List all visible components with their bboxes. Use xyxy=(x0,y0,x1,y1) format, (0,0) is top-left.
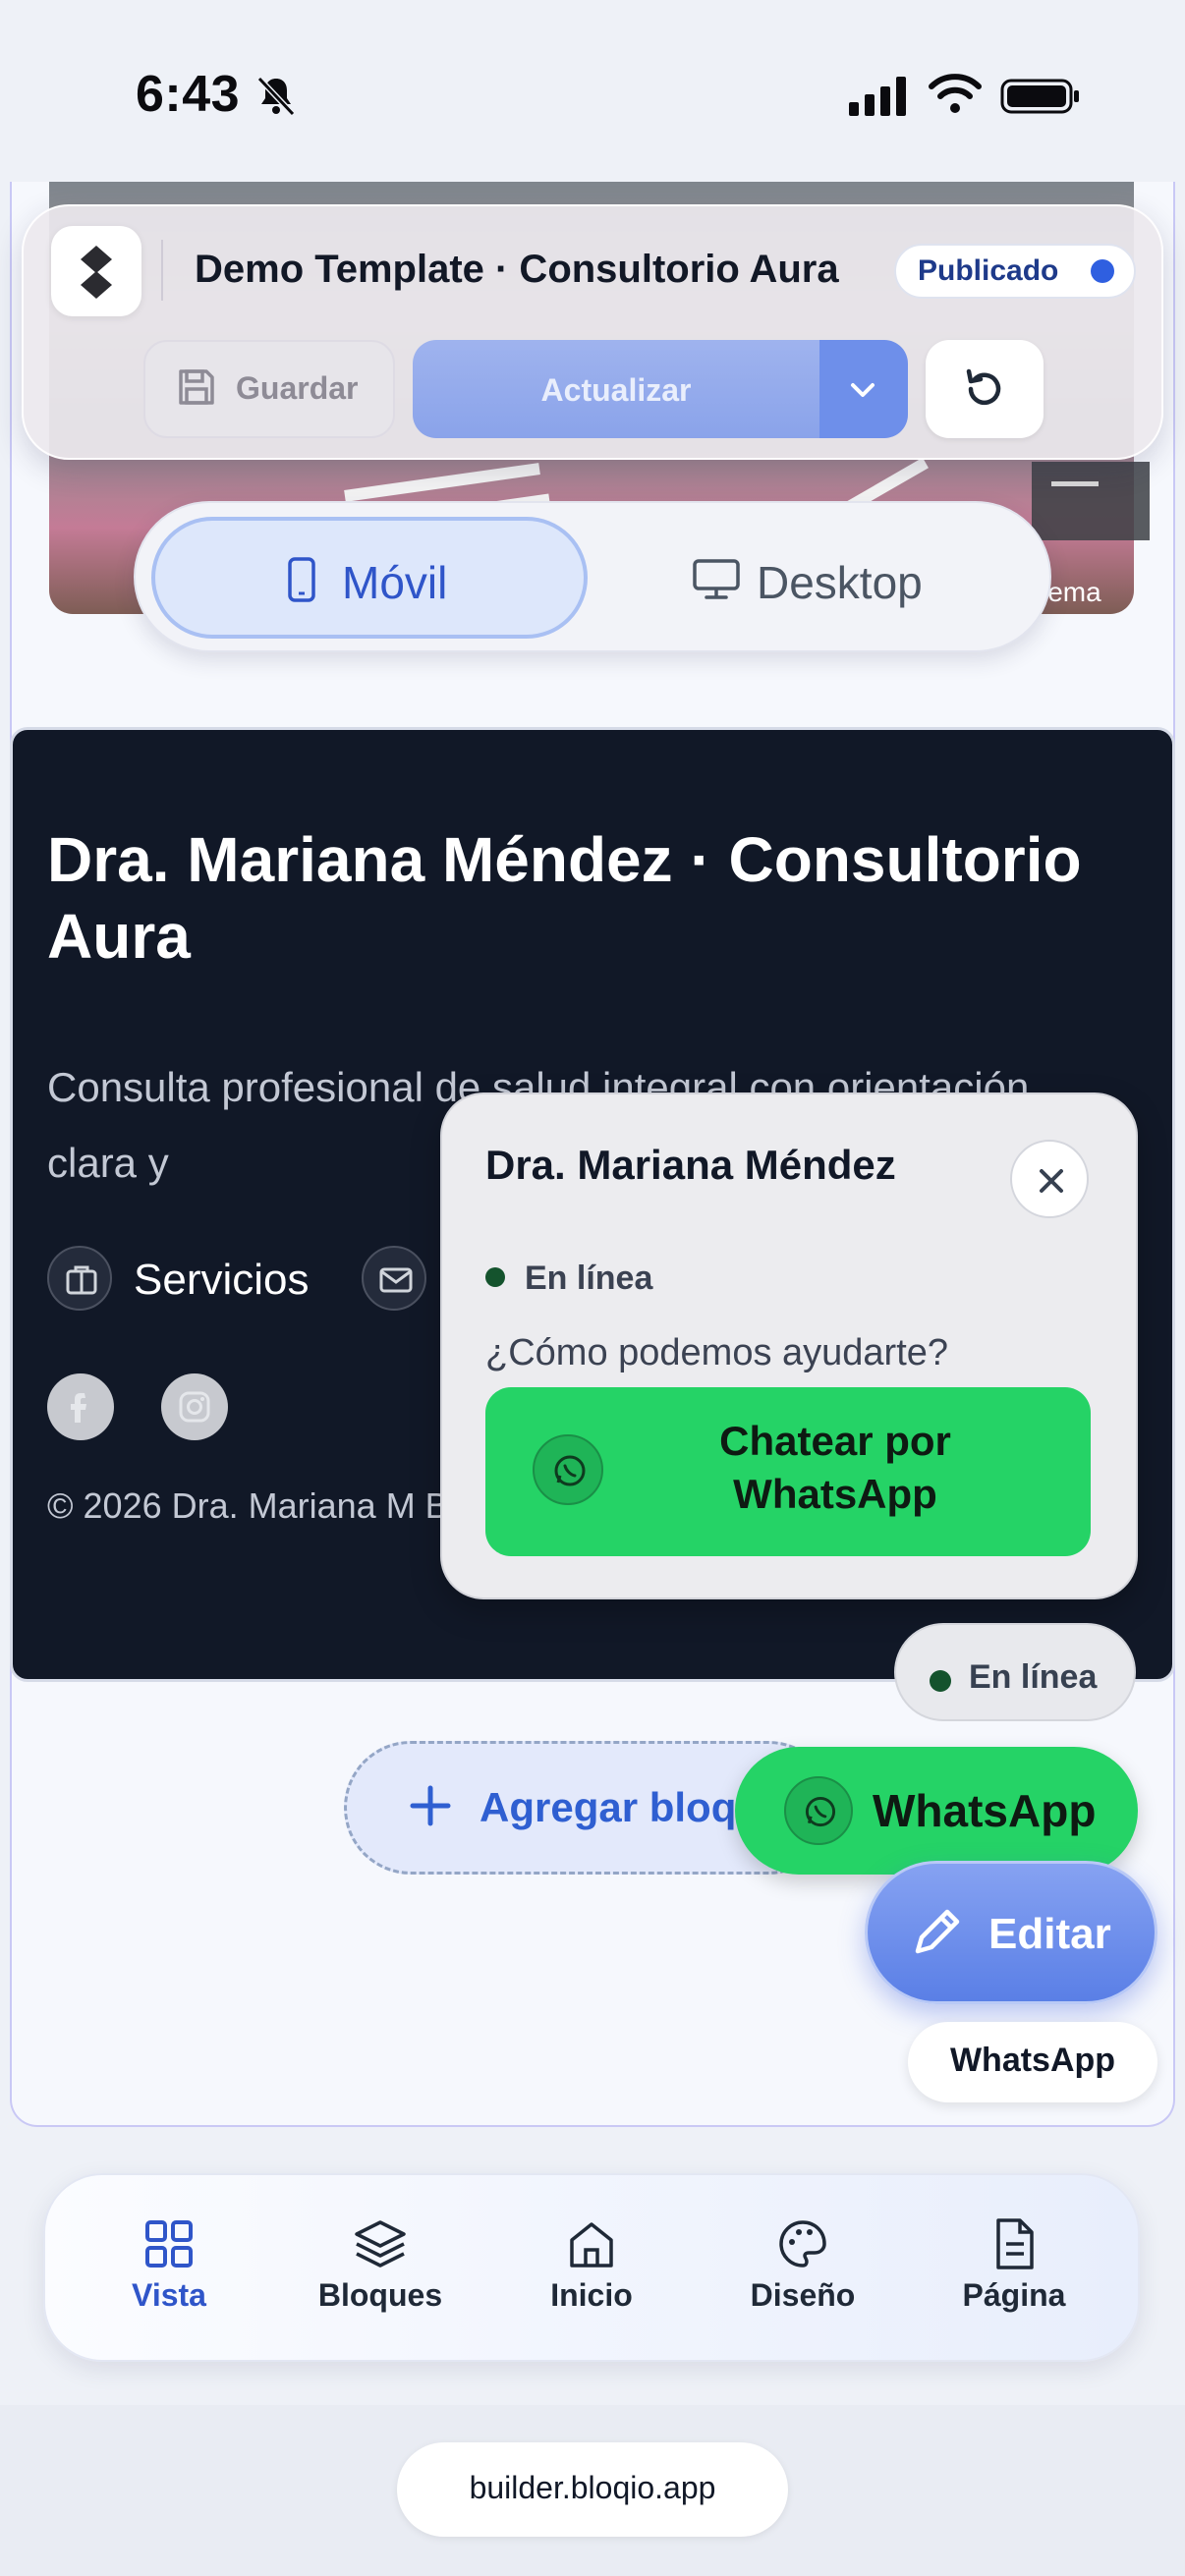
page-title: Demo Template · Consultorio Aura xyxy=(195,248,839,291)
nav-label: Página xyxy=(962,2277,1066,2313)
briefcase-icon xyxy=(47,1246,112,1311)
chat-contact-name: Dra. Mariana Méndez xyxy=(485,1142,896,1188)
close-button[interactable] xyxy=(1010,1140,1089,1218)
nav-item-bloques[interactable]: Bloques xyxy=(292,2216,469,2334)
nav-item-vista[interactable]: Vista xyxy=(81,2216,257,2334)
logo-icon xyxy=(81,246,112,299)
close-icon xyxy=(1040,1169,1063,1193)
nav-item-diseno[interactable]: Diseño xyxy=(714,2216,891,2334)
nav-item-inicio[interactable]: Inicio xyxy=(503,2216,680,2334)
chat-whatsapp-label: Chatear por WhatsApp xyxy=(719,1418,951,1517)
update-button-label: Actualizar xyxy=(540,372,692,408)
map-zoom-control[interactable] xyxy=(1032,462,1150,540)
cellular-signal-icon xyxy=(849,77,906,116)
status-dot xyxy=(1091,259,1114,283)
chevron-down-icon xyxy=(851,383,875,397)
smartphone-icon xyxy=(288,557,315,602)
pencil-icon xyxy=(915,1909,960,1954)
home-icon xyxy=(570,2222,613,2268)
nav-label: Bloques xyxy=(317,2277,443,2313)
url-text: builder.bloqio.app xyxy=(469,2470,716,2505)
status-time: 6:43 xyxy=(136,66,241,123)
page-icon xyxy=(996,2218,1034,2269)
services-link[interactable]: Servicios xyxy=(134,1256,310,1305)
viewport-desktop-button[interactable]: Desktop xyxy=(757,556,923,609)
online-status-label: En línea xyxy=(969,1658,1098,1696)
online-dot xyxy=(930,1670,951,1692)
plus-icon xyxy=(410,1785,451,1826)
viewport-mobile-label: Móvil xyxy=(342,557,448,608)
nav-label: Diseño xyxy=(750,2277,856,2313)
instagram-icon[interactable] xyxy=(161,1373,228,1440)
minus-icon xyxy=(1051,481,1099,486)
battery-icon xyxy=(1000,79,1079,114)
nav-label: Inicio xyxy=(550,2277,633,2313)
footer-title: Dra. Mariana Méndez · Consultorio Aura xyxy=(47,824,1082,972)
save-button-label: Guardar xyxy=(236,370,359,406)
palette-icon xyxy=(779,2220,826,2268)
whatsapp-tooltip-label: WhatsApp xyxy=(949,2042,1116,2079)
nav-item-pagina[interactable]: Página xyxy=(926,2216,1102,2334)
bell-muted-icon xyxy=(256,76,296,117)
grid-icon xyxy=(145,2220,193,2268)
status-badge-label: Publicado xyxy=(918,254,1059,287)
chat-status: En línea xyxy=(525,1260,653,1297)
whatsapp-icon xyxy=(784,1776,853,1845)
wifi-icon xyxy=(929,74,982,113)
facebook-icon[interactable] xyxy=(47,1373,114,1440)
layers-icon xyxy=(355,2220,406,2268)
whatsapp-icon xyxy=(533,1434,603,1505)
mail-icon[interactable] xyxy=(362,1246,426,1311)
nav-label: Vista xyxy=(132,2277,206,2313)
monitor-icon xyxy=(693,559,740,599)
edit-button-label: Editar xyxy=(988,1910,1111,1958)
save-icon xyxy=(179,369,214,405)
chat-question: ¿Cómo podemos ayudarte? xyxy=(485,1332,949,1373)
online-dot xyxy=(485,1267,505,1287)
rotate-ccw-icon xyxy=(966,368,1001,406)
whatsapp-float-label: WhatsApp xyxy=(873,1785,1097,1836)
app-logo[interactable] xyxy=(51,226,141,316)
toolbar-divider xyxy=(161,240,163,301)
